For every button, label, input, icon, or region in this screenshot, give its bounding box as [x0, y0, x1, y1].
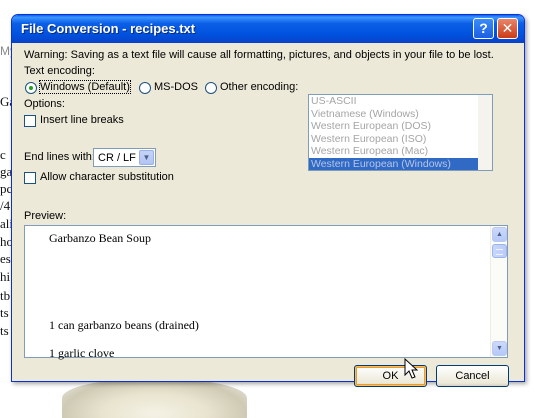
- doc-line: tb: [0, 288, 11, 303]
- encoding-option[interactable]: Western European (Mac): [309, 145, 492, 158]
- preview-label: Preview:: [24, 210, 67, 222]
- end-lines-value: CR / LF: [98, 152, 136, 164]
- dialog-title: File Conversion - recipes.txt: [21, 21, 196, 36]
- preview-scrollbar[interactable]: ▲ ▼: [490, 226, 507, 357]
- end-lines-select[interactable]: CR / LF ▼: [93, 148, 156, 167]
- scroll-up-icon[interactable]: ▲: [492, 227, 507, 242]
- preview-line: Garbanzo Bean Soup: [49, 231, 151, 245]
- windows-default-label[interactable]: Windows (Default): [39, 80, 131, 94]
- encoding-list-scrollbar[interactable]: [478, 95, 492, 170]
- doc-line: es: [0, 251, 11, 266]
- scroll-down-icon[interactable]: ▼: [492, 341, 507, 356]
- encoding-option[interactable]: Western European (DOS): [309, 120, 492, 133]
- doc-line: /4: [0, 198, 11, 213]
- insert-line-breaks-label[interactable]: Insert line breaks: [40, 114, 124, 126]
- options-label: Options:: [24, 98, 65, 110]
- doc-line: hi: [0, 269, 11, 284]
- dialog-body: Warning: Saving as a text file will caus…: [12, 43, 524, 387]
- file-conversion-dialog: File Conversion - recipes.txt ? ✕ Warnin…: [11, 14, 525, 387]
- food-photo: [62, 378, 247, 418]
- other-encoding-list[interactable]: US-ASCII Vietnamese (Windows) Western Eu…: [308, 94, 493, 171]
- text-encoding-label: Text encoding:: [24, 65, 95, 77]
- cancel-button[interactable]: Cancel: [436, 365, 509, 387]
- encoding-option[interactable]: Western European (ISO): [309, 133, 492, 146]
- mouse-cursor-icon: [404, 358, 419, 379]
- help-button[interactable]: ?: [473, 18, 494, 39]
- ms-dos-label[interactable]: MS-DOS: [154, 81, 198, 93]
- warning-text: Warning: Saving as a text file will caus…: [24, 49, 494, 61]
- end-lines-label: End lines with:: [24, 151, 95, 163]
- insert-line-breaks-checkbox[interactable]: [24, 115, 36, 127]
- preview-line: 1 can garbanzo beans (drained): [49, 318, 199, 332]
- scroll-thumb[interactable]: [492, 244, 507, 258]
- encoding-option-selected[interactable]: Western European (Windows): [309, 157, 492, 170]
- close-button[interactable]: ✕: [497, 18, 518, 39]
- allow-substitution-label[interactable]: Allow character substitution: [40, 171, 174, 183]
- preview-pane[interactable]: Garbanzo Bean Soup 1 can garbanzo beans …: [24, 225, 508, 360]
- encoding-option[interactable]: US-ASCII: [309, 95, 492, 108]
- dialog-titlebar[interactable]: File Conversion - recipes.txt ? ✕: [12, 15, 524, 43]
- preview-line: 1 garlic clove: [49, 346, 115, 360]
- allow-substitution-checkbox[interactable]: [24, 172, 36, 184]
- radio-ms-dos[interactable]: [139, 82, 151, 94]
- radio-windows-default[interactable]: [25, 82, 37, 94]
- doc-line: ts: [0, 323, 9, 338]
- radio-other-encoding[interactable]: [205, 82, 217, 94]
- encoding-option[interactable]: Vietnamese (Windows): [309, 108, 492, 121]
- doc-line: c: [0, 147, 6, 162]
- chevron-down-icon[interactable]: ▼: [139, 150, 154, 165]
- doc-line: ts: [0, 305, 9, 320]
- other-encoding-label[interactable]: Other encoding:: [220, 81, 298, 93]
